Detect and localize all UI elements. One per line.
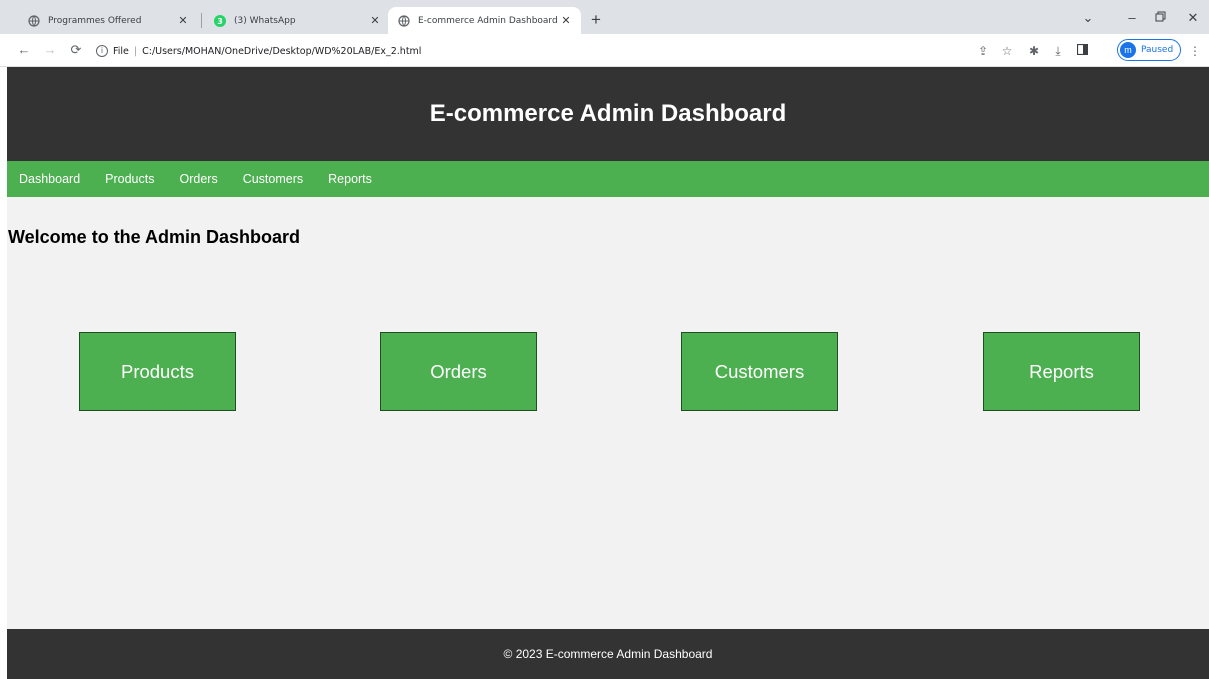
share-icon[interactable]: ⇪ (975, 43, 991, 59)
avatar: m (1120, 42, 1136, 58)
address-url: C:/Users/MOHAN/OneDrive/Desktop/WD%20LAB… (142, 45, 422, 57)
browser-tab-strip: Programmes Offered ✕ 3 (3) WhatsApp ✕ E-… (0, 0, 1209, 34)
close-icon[interactable]: ✕ (559, 14, 573, 28)
info-icon[interactable]: i (96, 45, 108, 57)
forward-icon[interactable]: → (42, 42, 58, 58)
tab-title: Programmes Offered (48, 15, 142, 26)
site-footer: © 2023 E-commerce Admin Dashboard (7, 629, 1209, 679)
extensions-icon[interactable]: ✱ (1026, 43, 1042, 59)
profile-button[interactable]: m Paused (1117, 39, 1181, 61)
site-nav: Dashboard Products Orders Customers Repo… (7, 161, 1209, 197)
close-icon[interactable]: ✕ (368, 14, 382, 28)
tab-programmes-offered[interactable]: Programmes Offered ✕ (18, 7, 198, 34)
back-icon[interactable]: ← (16, 42, 32, 58)
address-scheme: File (113, 45, 129, 57)
globe-icon (398, 14, 410, 27)
menu-kebab-icon[interactable]: ⋮ (1187, 43, 1203, 59)
page-viewport: E-commerce Admin Dashboard Dashboard Pro… (7, 67, 1209, 679)
tab-separator (201, 13, 202, 28)
restore-icon[interactable] (1152, 10, 1168, 26)
card-orders[interactable]: Orders (380, 332, 537, 411)
nav-link-reports[interactable]: Reports (328, 172, 372, 186)
address-bar[interactable]: i File | C:/Users/MOHAN/OneDrive/Desktop… (96, 43, 421, 59)
whatsapp-icon: 3 (214, 14, 226, 27)
close-icon[interactable]: ✕ (176, 14, 190, 28)
bookmark-star-icon[interactable]: ☆ (999, 43, 1015, 59)
welcome-heading: Welcome to the Admin Dashboard (8, 227, 301, 247)
nav-link-customers[interactable]: Customers (243, 172, 303, 186)
globe-icon (28, 14, 40, 27)
window-close-icon[interactable]: ✕ (1185, 10, 1201, 26)
tab-title: (3) WhatsApp (234, 15, 296, 26)
tab-title: E-commerce Admin Dashboard (418, 15, 558, 26)
tab-whatsapp[interactable]: 3 (3) WhatsApp ✕ (204, 7, 390, 34)
site-title: E-commerce Admin Dashboard (429, 100, 787, 127)
minimize-icon[interactable]: – (1124, 10, 1140, 26)
reload-icon[interactable]: ⟳ (68, 42, 84, 58)
download-icon[interactable]: ⤓ (1050, 43, 1066, 59)
new-tab-icon[interactable]: + (586, 10, 606, 30)
nav-link-products[interactable]: Products (105, 172, 154, 186)
side-panel-icon[interactable] (1074, 43, 1090, 59)
browser-toolbar: ← → ⟳ i File | C:/Users/MOHAN/OneDrive/D… (0, 34, 1209, 67)
tab-search-chevron-icon[interactable]: ⌄ (1080, 10, 1096, 26)
tab-ecommerce-admin[interactable]: E-commerce Admin Dashboard ✕ (388, 7, 581, 34)
card-products[interactable]: Products (79, 332, 236, 411)
nav-link-orders[interactable]: Orders (180, 172, 218, 186)
address-separator: | (133, 45, 138, 57)
profile-status: Paused (1141, 45, 1174, 55)
site-header: E-commerce Admin Dashboard (7, 67, 1209, 161)
card-customers[interactable]: Customers (681, 332, 838, 411)
tab-badge: 3 (217, 17, 223, 26)
nav-link-dashboard[interactable]: Dashboard (19, 172, 80, 186)
footer-text: © 2023 E-commerce Admin Dashboard (503, 647, 713, 661)
card-reports[interactable]: Reports (983, 332, 1140, 411)
